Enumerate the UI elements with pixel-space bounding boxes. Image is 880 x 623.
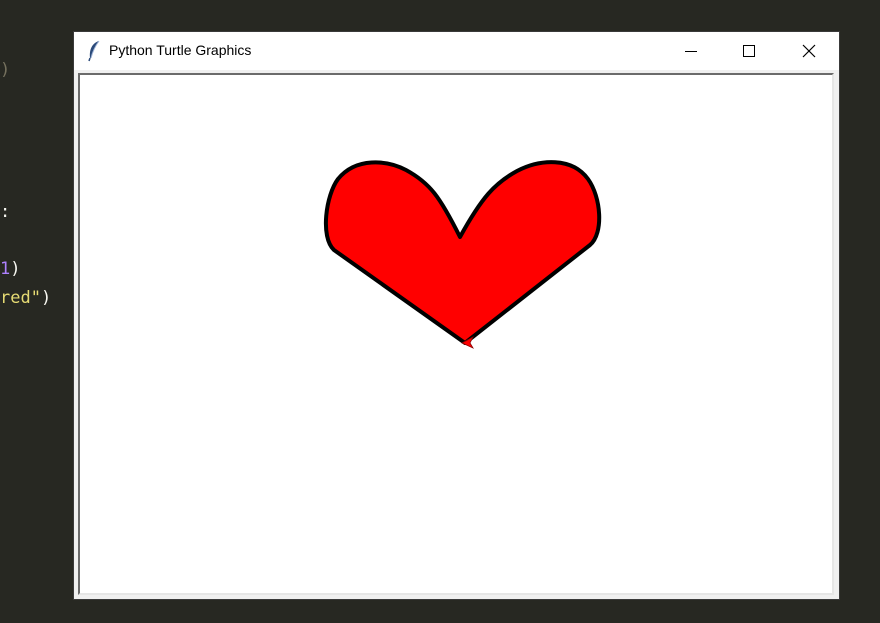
turtle-canvas[interactable] — [80, 75, 832, 593]
window-title: Python Turtle Graphics — [109, 42, 252, 58]
minimize-icon — [685, 51, 697, 52]
minimize-button[interactable] — [662, 32, 720, 70]
code-string: red" — [0, 288, 41, 308]
code-line-4: red") — [0, 288, 51, 308]
title-bar[interactable]: Python Turtle Graphics — [74, 32, 839, 70]
code-number: 1 — [0, 259, 11, 279]
close-icon — [802, 44, 816, 58]
maximize-button[interactable] — [720, 32, 778, 70]
close-button[interactable] — [779, 32, 839, 70]
code-line-1: ) — [0, 60, 11, 80]
code-paren: ) — [40, 288, 52, 308]
turtle-canvas-frame — [78, 73, 834, 595]
code-line-2: : — [0, 202, 11, 222]
turtle-window: Python Turtle Graphics — [74, 32, 839, 599]
code-editor-background: ) : 1) red") — [0, 0, 74, 623]
code-line-3: 1) — [0, 259, 21, 279]
maximize-icon — [743, 45, 755, 57]
heart-shape — [323, 160, 602, 345]
code-paren: ) — [10, 259, 21, 279]
feather-icon — [88, 40, 100, 62]
